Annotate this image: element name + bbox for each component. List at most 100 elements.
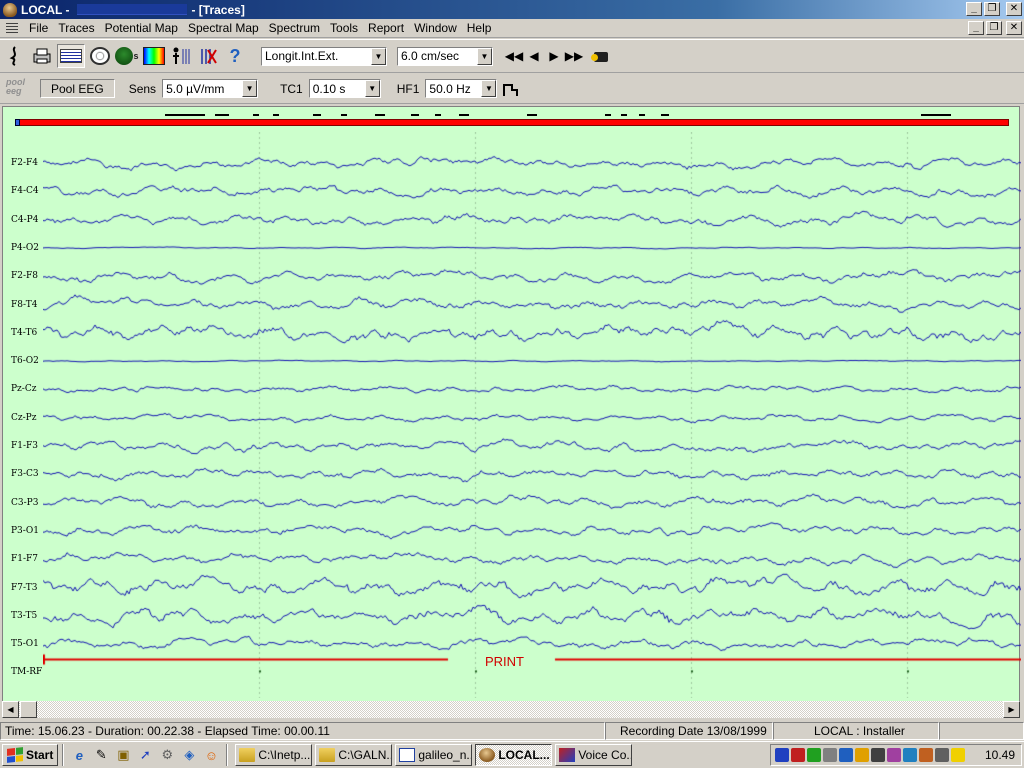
- minimize-button[interactable]: _: [966, 2, 982, 16]
- app-icon[interactable]: [3, 2, 17, 17]
- settings-icon[interactable]: [871, 748, 885, 762]
- menu-file[interactable]: File: [24, 21, 53, 35]
- channel-label[interactable]: C4-P4: [11, 215, 43, 225]
- help-icon[interactable]: ?: [223, 44, 247, 68]
- channel-select-icon[interactable]: [169, 44, 193, 68]
- recording-timeline[interactable]: [15, 114, 1009, 127]
- channel-label[interactable]: F3-C3: [11, 469, 43, 479]
- power-icon[interactable]: [951, 748, 965, 762]
- scroll-right-button[interactable]: ▶: [1003, 701, 1020, 718]
- channel-label[interactable]: F8-T4: [11, 300, 43, 310]
- channel-label[interactable]: P3-O1: [11, 526, 43, 536]
- task-local-eeg[interactable]: LOCAL...: [475, 744, 553, 766]
- head-spectrum-icon[interactable]: s: [115, 44, 139, 68]
- chevron-down-icon[interactable]: ▼: [371, 47, 386, 65]
- video-camera-icon[interactable]: [591, 47, 613, 65]
- task-inetpub-folder[interactable]: C:\Inetp...: [235, 744, 313, 766]
- antivirus-icon[interactable]: [791, 748, 805, 762]
- tool-icon[interactable]: [823, 748, 837, 762]
- notepad-icon[interactable]: ✎: [91, 745, 111, 765]
- scroll-left-button[interactable]: ◀: [2, 701, 19, 718]
- traces-view-icon[interactable]: [3, 44, 27, 68]
- channel-label[interactable]: F2-F4: [11, 158, 43, 168]
- task-galileo-document[interactable]: galileo_n...: [395, 744, 473, 766]
- timeline-bar[interactable]: [15, 119, 1009, 126]
- chevron-down-icon[interactable]: ▼: [242, 80, 258, 97]
- menu-tools[interactable]: Tools: [325, 21, 363, 35]
- timeline-cursor[interactable]: [15, 119, 20, 126]
- time-constant-value: 0.10 s: [312, 81, 346, 96]
- time-constant-select[interactable]: 0.10 s ▼: [308, 79, 381, 98]
- horizontal-scrollbar[interactable]: ◀ ▶: [2, 701, 1020, 718]
- sensitivity-select[interactable]: 5.0 µV/mm ▼: [162, 79, 259, 98]
- task-voice-control[interactable]: Voice Co...: [555, 744, 633, 766]
- channel-label[interactable]: Pz-Cz: [11, 384, 43, 394]
- maximize-button[interactable]: ❐: [984, 2, 1000, 16]
- chevron-down-icon[interactable]: ▼: [364, 80, 380, 97]
- spectral-map-icon[interactable]: [142, 44, 166, 68]
- monitor-icon[interactable]: [839, 748, 853, 762]
- channel-label[interactable]: TM-RF: [11, 667, 43, 677]
- cursor-icon[interactable]: ➚: [135, 745, 155, 765]
- clipboard-icon[interactable]: ▣: [113, 745, 133, 765]
- ie-icon[interactable]: e: [69, 745, 89, 765]
- media-player-icon[interactable]: [887, 748, 901, 762]
- rewind-fast-button[interactable]: ◀◀: [505, 45, 523, 67]
- eye-icon[interactable]: [903, 748, 917, 762]
- menu-spectrum[interactable]: Spectrum: [264, 21, 325, 35]
- channel-label[interactable]: F2-F8: [11, 271, 43, 281]
- document-icon[interactable]: [4, 21, 20, 35]
- page-back-button[interactable]: ◀: [525, 45, 543, 67]
- scroll-thumb[interactable]: [20, 701, 37, 718]
- channel-label[interactable]: F4-C4: [11, 186, 43, 196]
- trace-panel[interactable]: F2-F4 F4-C4 C4-P4 P4-O2 F2-F8 F8-T4 T4-T6 T6-O2…: [2, 106, 1021, 702]
- clock[interactable]: 10.49: [985, 748, 1015, 762]
- pool-eeg-button[interactable]: Pool EEG: [40, 79, 115, 98]
- child-restore-button[interactable]: ❐: [986, 21, 1002, 35]
- volume-icon[interactable]: [935, 748, 949, 762]
- forward-fast-button[interactable]: ▶▶: [565, 45, 583, 67]
- menu-window[interactable]: Window: [409, 21, 462, 35]
- shield-icon[interactable]: [775, 748, 789, 762]
- child-close-button[interactable]: ✕: [1006, 21, 1022, 35]
- channel-label[interactable]: F7-T3: [11, 583, 43, 593]
- chevron-down-icon[interactable]: ▼: [481, 80, 497, 97]
- menu-traces[interactable]: Traces: [53, 21, 99, 35]
- page-forward-button[interactable]: ▶: [545, 45, 563, 67]
- notch-filter-icon[interactable]: [501, 80, 521, 98]
- speed-value: 6.0 cm/sec: [401, 49, 460, 63]
- montage-select[interactable]: Longit.Int.Ext. ▼: [261, 46, 387, 66]
- chevron-down-icon[interactable]: ▼: [477, 47, 492, 65]
- channel-label[interactable]: Cz-Pz: [11, 413, 43, 423]
- start-label: Start: [26, 748, 54, 762]
- channel-label[interactable]: T4-T6: [11, 328, 43, 338]
- update-icon[interactable]: [919, 748, 933, 762]
- child-minimize-button[interactable]: _: [968, 21, 984, 35]
- channel-label[interactable]: T6-O2: [11, 356, 43, 366]
- channel-label[interactable]: P4-O2: [11, 243, 43, 253]
- potential-map-icon[interactable]: [88, 44, 112, 68]
- print-icon[interactable]: [30, 44, 54, 68]
- high-filter-select[interactable]: 50.0 Hz ▼: [425, 79, 498, 98]
- menu-potential-map[interactable]: Potential Map: [100, 21, 183, 35]
- network-icon[interactable]: [807, 748, 821, 762]
- channel-label[interactable]: T3-T5: [11, 611, 43, 621]
- figure-icon[interactable]: ☺: [201, 745, 221, 765]
- media-icon[interactable]: ◈: [179, 745, 199, 765]
- speed-select[interactable]: 6.0 cm/sec ▼: [397, 46, 493, 66]
- traces-mode-icon[interactable]: [57, 44, 85, 68]
- channel-exclude-icon[interactable]: [196, 44, 220, 68]
- channel-label[interactable]: F1-F7: [11, 554, 43, 564]
- menu-help[interactable]: Help: [462, 21, 497, 35]
- menu-report[interactable]: Report: [363, 21, 409, 35]
- channel-label[interactable]: F1-F3: [11, 441, 43, 451]
- channel-label[interactable]: C3-P3: [11, 498, 43, 508]
- start-button[interactable]: Start: [2, 744, 59, 766]
- printer-icon[interactable]: [855, 748, 869, 762]
- channel-label[interactable]: T5-O1: [11, 639, 43, 649]
- close-button[interactable]: ✕: [1006, 2, 1022, 16]
- eeg-traces[interactable]: [43, 132, 1021, 698]
- gear-icon[interactable]: ⚙: [157, 745, 177, 765]
- task-galn-folder[interactable]: C:\GALN...: [315, 744, 393, 766]
- menu-spectral-map[interactable]: Spectral Map: [183, 21, 264, 35]
